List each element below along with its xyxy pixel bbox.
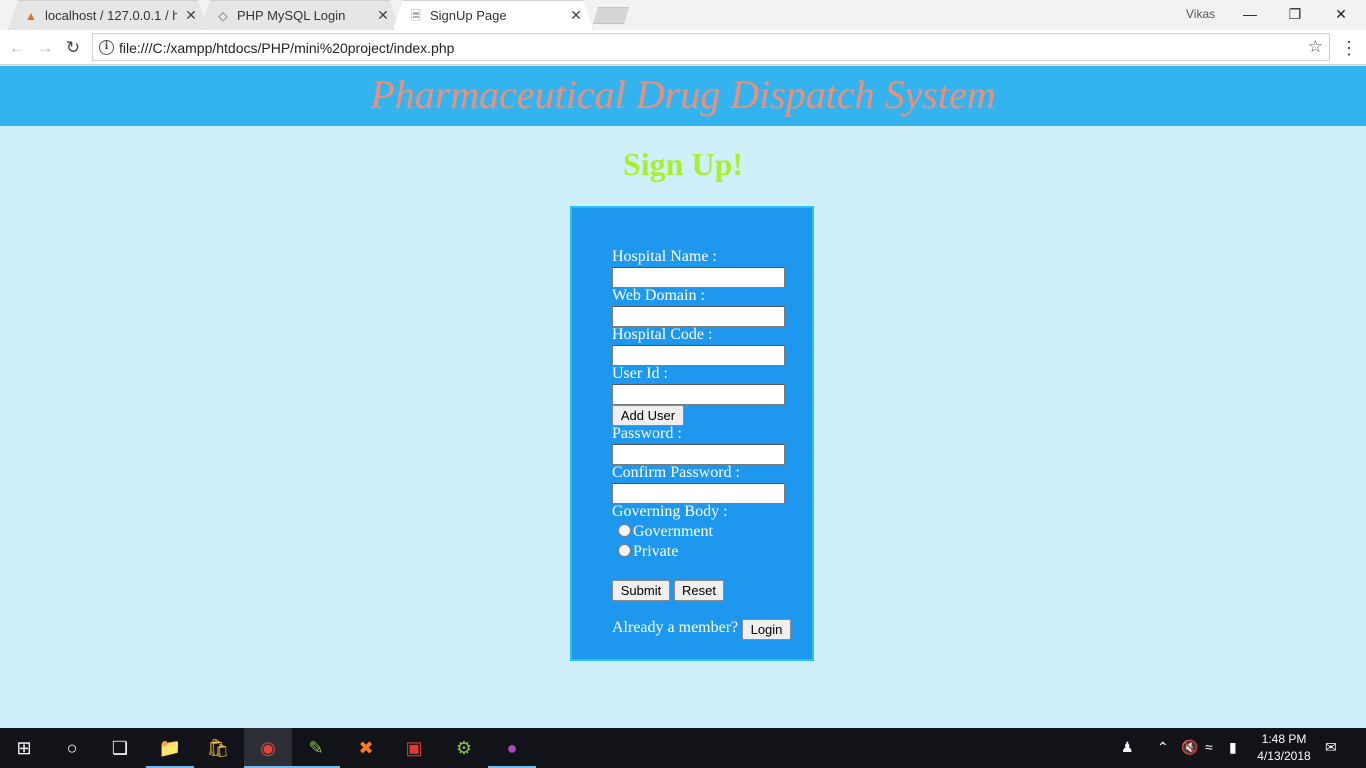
browser-menu-icon[interactable]: ⋮ [1340,37,1358,59]
clock[interactable]: 1:48 PM 4/13/2018 [1254,731,1314,765]
store-icon[interactable]: 🛍 [194,728,242,768]
browser-tab-strip: ▲ localhost / 127.0.0.1 / ho ✕ ◇ PHP MyS… [0,0,1366,30]
site-banner: Pharmaceutical Drug Dispatch System [0,66,1366,126]
url-text[interactable]: file:///C:/xampp/htdocs/PHP/mini%20proje… [119,40,454,56]
page-icon: 🗏 [411,9,421,23]
chrome-icon[interactable]: ◉ [244,728,292,768]
web-domain-input[interactable] [612,306,785,327]
phpmyadmin-icon: ▲ [25,9,37,23]
page-title: Sign Up! [622,146,744,182]
info-icon[interactable]: i [99,40,114,55]
hospital-code-input[interactable] [612,345,785,366]
signup-form: Hospital Name : Web Domain : Hospital Co… [570,206,814,661]
volume-muted-icon[interactable]: 🔇 [1181,739,1198,756]
address-bar[interactable]: i file:///C:/xampp/htdocs/PHP/mini%20pro… [92,33,1330,61]
php-icon: ◇ [218,9,228,23]
cortana-search-icon[interactable]: ○ [48,728,96,768]
tab-php-mysql-login[interactable]: ◇ PHP MySQL Login ✕ [200,0,400,30]
tab-title: localhost / 127.0.0.1 / ho [45,8,177,23]
new-tab-button[interactable] [593,7,629,24]
tab-title: PHP MySQL Login [237,8,346,23]
web-domain-label: Web Domain : [612,287,705,304]
governing-body-label: Governing Body : [612,503,728,520]
paint-3d-icon[interactable]: ● [488,728,536,768]
user-id-label: User Id : [612,365,668,382]
confirm-password-label: Confirm Password : [612,464,740,481]
login-button[interactable]: Login [742,619,791,640]
tab-phpmyadmin[interactable]: ▲ localhost / 127.0.0.1 / ho ✕ [8,0,208,30]
hospital-name-label: Hospital Name : [612,248,717,265]
file-explorer-icon[interactable]: 📁 [146,728,194,768]
android-studio-icon[interactable]: ⚙ [440,728,488,768]
minimize-icon[interactable]: — [1235,3,1265,25]
profile-name[interactable]: Vikas [1186,7,1215,21]
back-arrow-icon[interactable]: ← [6,37,28,59]
add-user-button[interactable]: Add User [612,405,684,426]
private-radio[interactable] [618,544,631,557]
people-icon[interactable]: ♟ [1121,739,1134,756]
task-view-icon[interactable]: ❏ [96,728,144,768]
user-id-input[interactable] [612,384,785,405]
browser-toolbar: ← → ↻ i file:///C:/xampp/htdocs/PHP/mini… [0,30,1366,65]
close-icon[interactable]: ✕ [375,7,391,23]
reset-button[interactable]: Reset [674,580,724,601]
close-icon[interactable]: ✕ [568,7,584,23]
close-icon[interactable]: ✕ [183,7,199,23]
reload-icon[interactable]: ↻ [62,37,84,59]
confirm-password-input[interactable] [612,483,785,504]
windows-start-icon[interactable]: ⊞ [0,728,48,768]
bookmark-star-icon[interactable]: ☆ [1308,37,1323,57]
clock-time: 1:48 PM [1261,732,1307,746]
clock-date: 4/13/2018 [1257,749,1311,763]
hospital-name-input[interactable] [612,267,785,288]
restore-icon[interactable]: ❐ [1280,3,1310,25]
window-close-icon[interactable]: ✕ [1326,3,1356,25]
submit-button[interactable]: Submit [612,580,670,601]
notepad-plus-plus-icon[interactable]: ✎ [292,728,340,768]
battery-icon[interactable]: ▮ [1229,739,1237,756]
tab-title: SignUp Page [430,8,507,23]
government-radio[interactable] [618,524,631,537]
network-icon[interactable]: ≈ [1205,739,1213,755]
page-content: Pharmaceutical Drug Dispatch System Sign… [0,66,1366,728]
forward-arrow-icon[interactable]: → [34,37,56,59]
action-center-icon[interactable]: ✉ [1325,739,1337,756]
already-member-text: Already a member? [612,619,739,636]
site-title: Pharmaceutical Drug Dispatch System [370,72,996,117]
xampp-icon[interactable]: ✖ [342,728,390,768]
hospital-code-label: Hospital Code : [612,326,713,343]
password-label: Password : [612,425,682,442]
tab-signup-page[interactable]: 🗏 SignUp Page ✕ [393,0,593,30]
password-input[interactable] [612,444,785,465]
windows-taskbar: ⊞ ○ ❏ 📁 🛍 ◉ ✎ ✖ ▣ ⚙ ● ♟ ⌃ 🔇 ≈ ▮ 1:48 PM … [0,728,1366,768]
show-hidden-icons-icon[interactable]: ⌃ [1157,739,1169,756]
private-option-label: Private [633,543,679,560]
government-option-label: Government [633,523,713,540]
media-app-icon[interactable]: ▣ [390,728,438,768]
